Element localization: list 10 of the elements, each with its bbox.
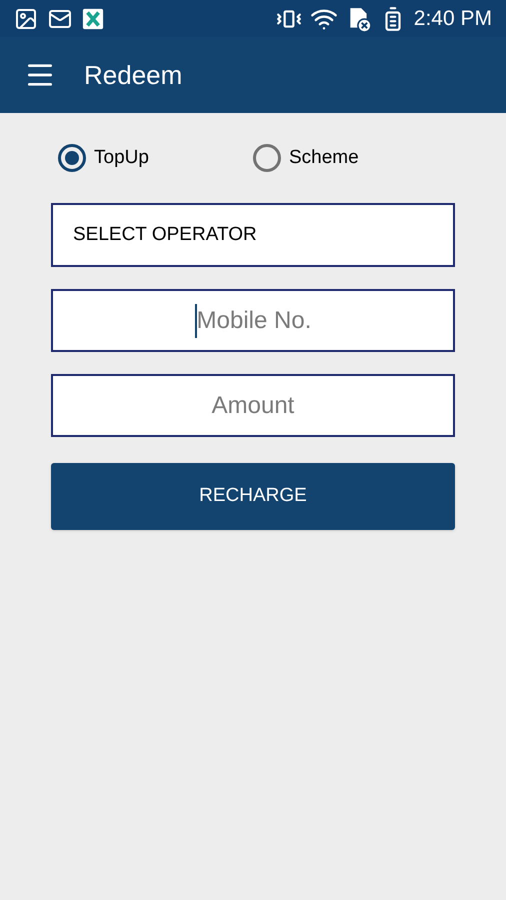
radio-option[interactable]: TopUp	[58, 143, 253, 173]
gallery-icon	[14, 6, 38, 30]
recharge-button[interactable]: RECHARGE	[51, 463, 455, 530]
status-time: 2:40 PM	[414, 6, 492, 32]
app-icon	[82, 8, 104, 30]
app-title: Redeem	[84, 58, 182, 92]
operator-select[interactable]: SELECT OPERATOR	[51, 203, 455, 267]
input-field[interactable]: Amount	[51, 374, 455, 437]
radio-option[interactable]: Scheme	[253, 143, 448, 173]
input-field[interactable]: Mobile No.	[51, 289, 455, 352]
